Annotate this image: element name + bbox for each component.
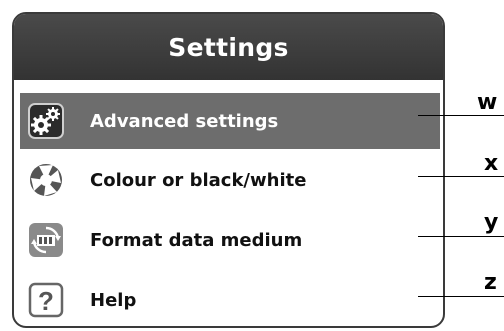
settings-menu-panel: Settings Advanced settings Colour or bla…	[12, 12, 445, 328]
help-icon: ?	[28, 282, 64, 318]
menu-item-label: Format data medium	[90, 229, 303, 251]
callout-line-w	[418, 115, 504, 116]
manual-figure: Settings Advanced settings Colour or bla…	[0, 0, 504, 331]
menu-item-colour-or-bw[interactable]: Colour or black/white	[20, 152, 440, 208]
menu-item-label: Advanced settings	[90, 110, 279, 132]
svg-text:?: ?	[38, 286, 54, 316]
callout-letter-x: x	[484, 151, 499, 176]
callout-letter-z: z	[484, 270, 497, 295]
menu-title: Settings	[14, 14, 443, 80]
format-card-icon	[28, 222, 64, 258]
aperture-icon	[28, 162, 64, 198]
callout-letter-y: y	[484, 210, 499, 235]
gears-icon	[28, 103, 64, 139]
menu-item-label: Colour or black/white	[90, 169, 307, 191]
callout-line-z	[418, 296, 504, 297]
menu-item-format-data-medium[interactable]: Format data medium	[20, 212, 440, 268]
callout-line-x	[418, 176, 504, 177]
callout-letter-w: w	[477, 90, 498, 115]
menu-item-label: Help	[90, 289, 137, 311]
menu-item-help[interactable]: ? Help	[20, 272, 440, 326]
callout-line-y	[418, 236, 504, 237]
menu-item-advanced-settings[interactable]: Advanced settings	[20, 93, 440, 149]
